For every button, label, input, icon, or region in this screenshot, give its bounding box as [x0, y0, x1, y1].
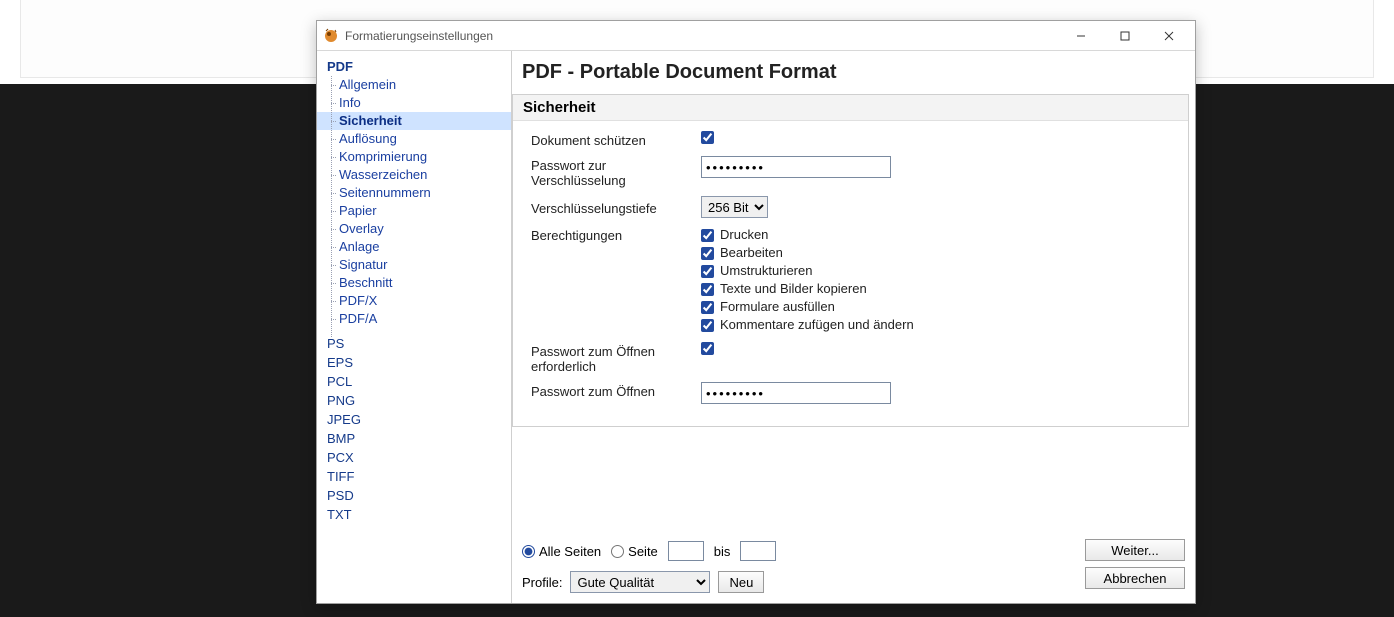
maximize-button[interactable] — [1103, 22, 1147, 50]
tree-node-overlay[interactable]: Overlay — [317, 220, 511, 238]
minimize-button[interactable] — [1059, 22, 1103, 50]
label-open-required: Passwort zum Öffnen erforderlich — [531, 342, 701, 374]
tree-node-beschnitt[interactable]: Beschnitt — [317, 274, 511, 292]
tree-node-ps[interactable]: PS — [317, 334, 511, 353]
tree-node-psd[interactable]: PSD — [317, 486, 511, 505]
tree-node-jpeg[interactable]: JPEG — [317, 410, 511, 429]
tree-node-komprimierung[interactable]: Komprimierung — [317, 148, 511, 166]
label-enc-password: Passwort zur Verschlüsselung — [531, 156, 701, 188]
close-button[interactable] — [1147, 22, 1191, 50]
titlebar: Formatierungseinstellungen — [317, 21, 1195, 51]
checkbox-perm-comments[interactable] — [701, 319, 714, 332]
tree-node-seitennummern[interactable]: Seitennummern — [317, 184, 511, 202]
checkbox-open-password-required[interactable] — [701, 342, 714, 355]
tree-node-papier[interactable]: Papier — [317, 202, 511, 220]
perm-label: Drucken — [720, 226, 768, 244]
app-icon — [323, 28, 339, 44]
tree-node-sicherheit[interactable]: Sicherheit — [317, 112, 511, 130]
label-to: bis — [714, 544, 731, 559]
tree-node-pdfa[interactable]: PDF/A — [317, 310, 511, 328]
checkbox-perm-copy[interactable] — [701, 283, 714, 296]
input-encryption-password[interactable] — [701, 156, 891, 178]
select-encryption-depth[interactable]: 256 Bit — [701, 196, 768, 218]
checkbox-perm-forms[interactable] — [701, 301, 714, 314]
tree-node-pdf[interactable]: PDF — [317, 57, 511, 76]
radio-page-range-wrap[interactable]: Seite — [611, 544, 658, 559]
cancel-button[interactable]: Abbrechen — [1085, 567, 1185, 589]
tree-node-pcx[interactable]: PCX — [317, 448, 511, 467]
tree-node-bmp[interactable]: BMP — [317, 429, 511, 448]
label-enc-depth: Verschlüsselungstiefe — [531, 199, 701, 216]
tree-node-png[interactable]: PNG — [317, 391, 511, 410]
next-button[interactable]: Weiter... — [1085, 539, 1185, 561]
input-page-from[interactable] — [668, 541, 704, 561]
perm-label: Kommentare zufügen und ändern — [720, 316, 914, 334]
page-title: PDF - Portable Document Format — [512, 51, 1195, 90]
tree-node-eps[interactable]: EPS — [317, 353, 511, 372]
new-profile-button[interactable]: Neu — [718, 571, 764, 593]
label-protect: Dokument schützen — [531, 131, 701, 148]
label-open-password: Passwort zum Öffnen — [531, 382, 701, 399]
main-panel: PDF - Portable Document Format Sicherhei… — [512, 51, 1195, 603]
input-open-password[interactable] — [701, 382, 891, 404]
checkbox-perm-edit[interactable] — [701, 247, 714, 260]
checkbox-perm-restructure[interactable] — [701, 265, 714, 278]
tree-node-pdfx[interactable]: PDF/X — [317, 292, 511, 310]
format-tree: PDF Allgemein Info Sicherheit Auflösung … — [317, 51, 512, 603]
tree-node-pcl[interactable]: PCL — [317, 372, 511, 391]
label-profile: Profile: — [522, 575, 562, 590]
perm-label: Formulare ausfüllen — [720, 298, 835, 316]
perm-label: Bearbeiten — [720, 244, 783, 262]
label-page-range: Seite — [628, 544, 658, 559]
checkbox-perm-print[interactable] — [701, 229, 714, 242]
settings-dialog: Formatierungseinstellungen PDF Allgemein… — [316, 20, 1196, 604]
radio-page-range[interactable] — [611, 545, 624, 558]
radio-all-pages[interactable] — [522, 545, 535, 558]
panel-title: Sicherheit — [513, 95, 1188, 121]
tree-node-txt[interactable]: TXT — [317, 505, 511, 524]
perm-label: Texte und Bilder kopieren — [720, 280, 867, 298]
radio-all-pages-wrap[interactable]: Alle Seiten — [522, 544, 601, 559]
tree-node-anlage[interactable]: Anlage — [317, 238, 511, 256]
input-page-to[interactable] — [740, 541, 776, 561]
window-title: Formatierungseinstellungen — [345, 29, 1059, 43]
tree-node-tiff[interactable]: TIFF — [317, 467, 511, 486]
tree-node-signatur[interactable]: Signatur — [317, 256, 511, 274]
tree-node-aufloesung[interactable]: Auflösung — [317, 130, 511, 148]
perm-label: Umstrukturieren — [720, 262, 812, 280]
label-permissions: Berechtigungen — [531, 226, 701, 243]
select-profile[interactable]: Gute Qualität — [570, 571, 710, 593]
label-all-pages: Alle Seiten — [539, 544, 601, 559]
tree-node-wasserzeichen[interactable]: Wasserzeichen — [317, 166, 511, 184]
checkbox-protect-document[interactable] — [701, 131, 714, 144]
security-panel: Sicherheit Dokument schützen Passwort zu… — [512, 94, 1189, 427]
tree-node-allgemein[interactable]: Allgemein — [317, 76, 511, 94]
tree-node-info[interactable]: Info — [317, 94, 511, 112]
